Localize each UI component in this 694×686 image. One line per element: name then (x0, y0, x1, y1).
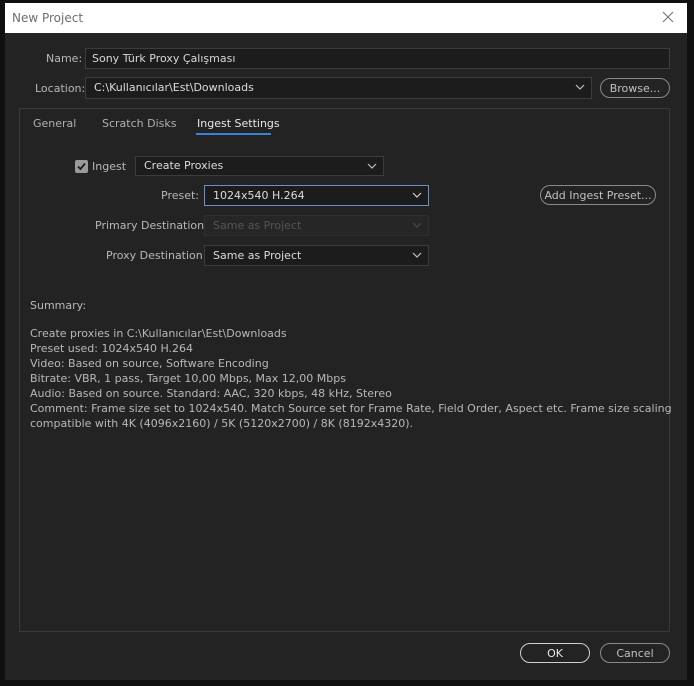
preset-value: 1024x540 H.264 (213, 189, 305, 202)
tab-general[interactable]: General (33, 117, 76, 130)
close-icon[interactable] (659, 8, 677, 26)
browse-button[interactable]: Browse... (600, 78, 670, 98)
proxy-destination-value: Same as Project (213, 249, 302, 262)
add-ingest-preset-button[interactable]: Add Ingest Preset... (540, 185, 656, 205)
chevron-down-icon (412, 192, 422, 198)
location-select[interactable]: C:\Kullanıcılar\Est\Downloads (85, 77, 592, 99)
summary-line: Preset used: 1024x540 H.264 (30, 342, 194, 355)
summary-line: Create proxies in C:\Kullanıcılar\Est\Do… (30, 327, 287, 340)
title-bar: New Project (5, 3, 687, 33)
summary-line: compatible with 4K (4096x2160) / 5K (512… (30, 417, 413, 430)
summary-line: Comment: Frame size set to 1024x540. Mat… (30, 402, 672, 415)
name-label: Name: (46, 52, 83, 65)
cancel-button[interactable]: Cancel (600, 643, 670, 663)
chevron-down-icon (412, 222, 422, 228)
location-value: C:\Kullanıcılar\Est\Downloads (94, 81, 254, 94)
primary-destination-label: Primary Destination: (95, 219, 208, 232)
proxy-destination-select[interactable]: Same as Project (204, 245, 429, 266)
tab-scratch-disks[interactable]: Scratch Disks (102, 117, 176, 130)
summary-heading: Summary: (30, 299, 87, 312)
checkmark-icon (77, 162, 86, 171)
primary-destination-select: Same as Project (204, 215, 429, 236)
new-project-dialog: New Project Name: Sony Türk Proxy Çalışm… (5, 3, 687, 680)
summary-line: Video: Based on source, Software Encodin… (30, 357, 269, 370)
ingest-checkbox[interactable] (75, 160, 88, 173)
summary-line: Bitrate: VBR, 1 pass, Target 10,00 Mbps,… (30, 372, 346, 385)
chevron-down-icon (575, 84, 585, 90)
name-input[interactable]: Sony Türk Proxy Çalışması (85, 48, 670, 69)
primary-destination-value: Same as Project (213, 219, 302, 232)
location-label: Location: (35, 82, 86, 95)
preset-select[interactable]: 1024x540 H.264 (204, 185, 429, 206)
chevron-down-icon (412, 252, 422, 258)
ingest-mode-value: Create Proxies (144, 159, 224, 172)
ingest-label: Ingest (92, 160, 127, 173)
active-tab-indicator (196, 133, 271, 135)
proxy-destination-label: Proxy Destination: (106, 249, 207, 262)
ingest-mode-select[interactable]: Create Proxies (135, 156, 384, 176)
summary-line: Audio: Based on source. Standard: AAC, 3… (30, 387, 392, 400)
ok-button[interactable]: OK (520, 643, 590, 663)
chevron-down-icon (367, 163, 377, 169)
tab-ingest-settings[interactable]: Ingest Settings (197, 117, 280, 130)
window-title: New Project (12, 11, 84, 25)
name-value: Sony Türk Proxy Çalışması (92, 52, 236, 65)
preset-label: Preset: (161, 189, 200, 202)
